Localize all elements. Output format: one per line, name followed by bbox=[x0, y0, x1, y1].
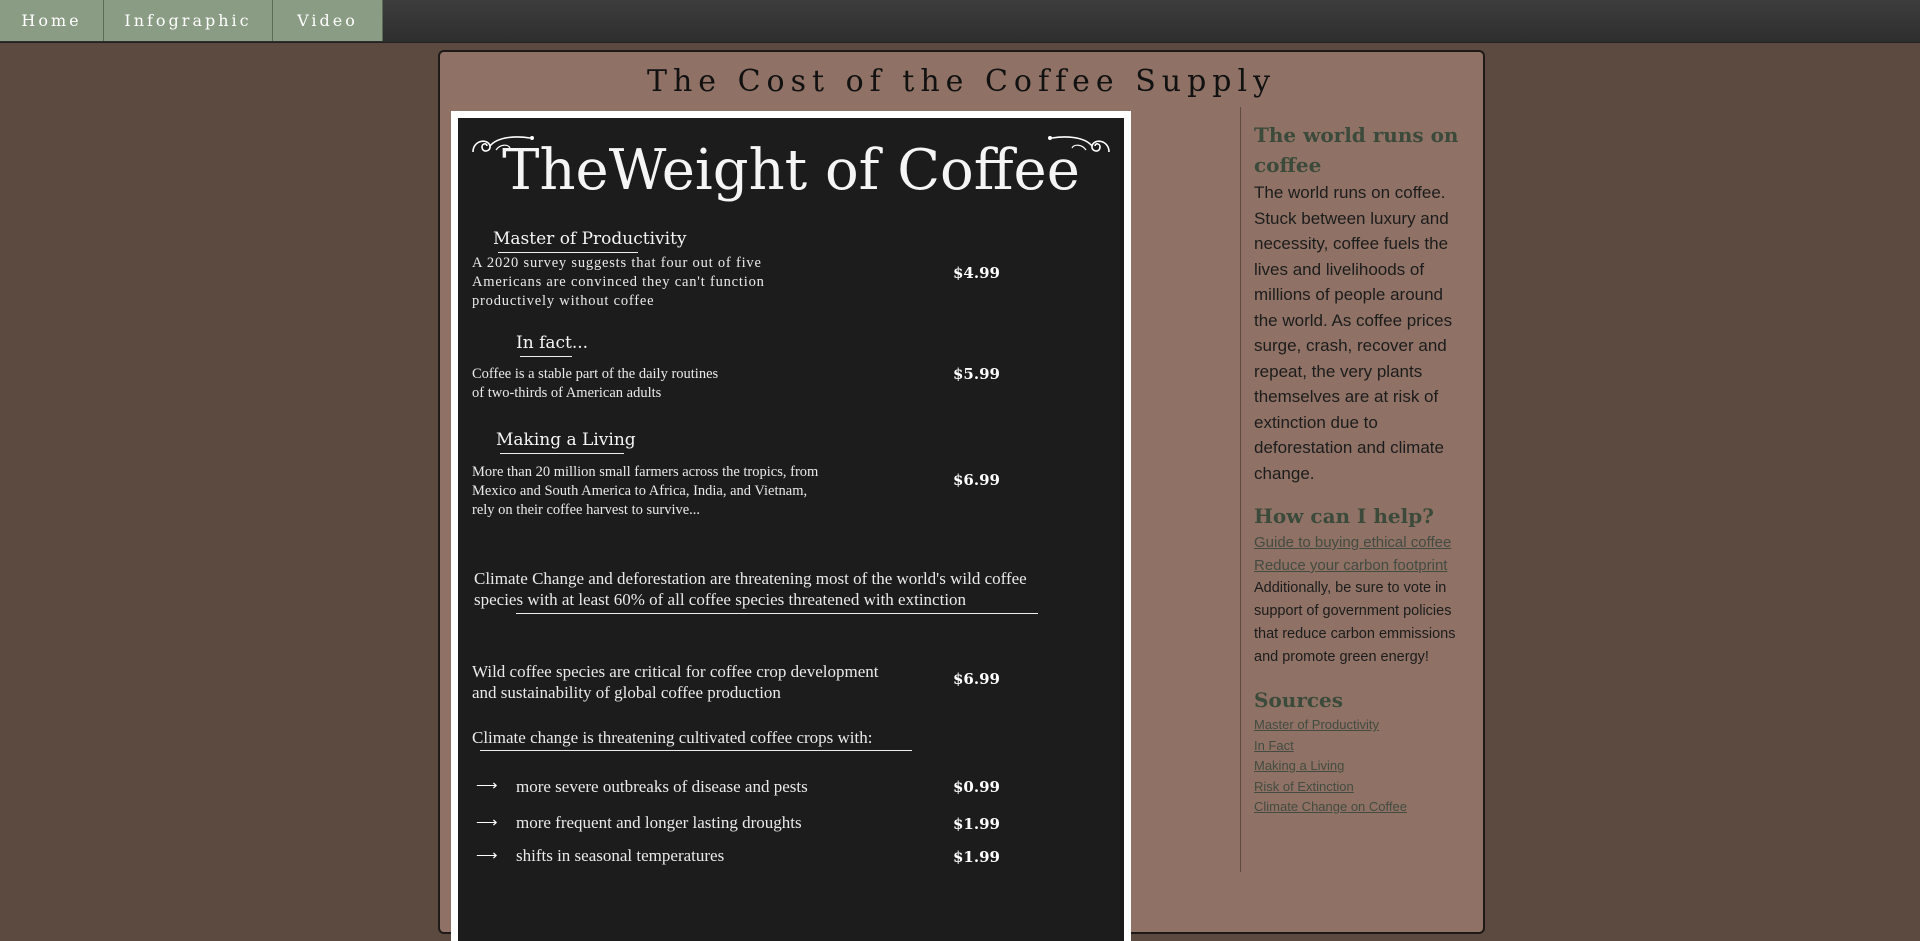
wild-species-text: Wild coffee species are critical for cof… bbox=[472, 662, 879, 702]
top-nav: Home Infographic Video bbox=[0, 0, 1920, 43]
heading-underline bbox=[520, 356, 572, 357]
price-tag: $5.99 bbox=[953, 365, 1000, 383]
source-link[interactable]: Risk of Extinction bbox=[1254, 777, 1466, 798]
sidebar-heading: How can I help? bbox=[1254, 504, 1434, 528]
carbon-footprint-link[interactable]: Reduce your carbon footprint bbox=[1254, 554, 1466, 577]
price-tag: $1.99 bbox=[953, 815, 1000, 833]
threat-heading: Climate change is threatening cultivated… bbox=[472, 728, 873, 747]
threat-item: more severe outbreaks of disease and pes… bbox=[516, 777, 808, 796]
section-heading: Making a Living bbox=[496, 430, 636, 450]
sidebar-intro-text: The world runs on coffee. Stuck between … bbox=[1254, 183, 1453, 483]
sidebar-help-text: Additionally, be sure to vote in support… bbox=[1254, 580, 1456, 665]
threat-item: more frequent and longer lasting drought… bbox=[516, 813, 802, 832]
sidebar-heading: Sources bbox=[1254, 688, 1344, 712]
price-tag: $6.99 bbox=[953, 471, 1000, 489]
section-heading: Master of Productivity bbox=[493, 229, 687, 249]
climate-underline bbox=[516, 613, 1038, 614]
source-link[interactable]: In Fact bbox=[1254, 736, 1466, 757]
board-title: TheWeight of Coffee bbox=[502, 138, 1080, 203]
section-text: A 2020 survey suggests that four out of … bbox=[472, 255, 765, 309]
section-text: Coffee is a stable part of the daily rou… bbox=[472, 366, 719, 401]
page-title: The Cost of the Coffee Supply bbox=[646, 64, 1277, 99]
threat-item: shifts in seasonal temperatures bbox=[516, 846, 725, 865]
arrow-right-icon: ⟶ bbox=[476, 777, 498, 794]
price-tag: $6.99 bbox=[953, 670, 1000, 688]
section-heading: In fact... bbox=[516, 333, 589, 353]
sidebar-heading: The world runs on coffee bbox=[1254, 123, 1459, 177]
source-link[interactable]: Making a Living bbox=[1254, 756, 1466, 777]
climate-text: Climate Change and deforestation are thr… bbox=[474, 569, 1027, 609]
nav-video[interactable]: Video bbox=[273, 0, 383, 41]
price-tag: $1.99 bbox=[953, 848, 1000, 866]
threat-underline bbox=[480, 750, 912, 751]
price-tag: $4.99 bbox=[953, 264, 1000, 282]
source-link[interactable]: Climate Change on Coffee bbox=[1254, 797, 1466, 818]
section-text: More than 20 million small farmers acros… bbox=[472, 464, 819, 518]
sidebar-divider bbox=[1240, 107, 1241, 872]
ethical-coffee-guide-link[interactable]: Guide to buying ethical coffee bbox=[1254, 531, 1466, 554]
chalkboard-inner: TheWeight of Coffee Master of Productivi… bbox=[456, 116, 1126, 941]
arrow-right-icon: ⟶ bbox=[476, 814, 498, 831]
price-tag: $0.99 bbox=[953, 778, 1000, 796]
nav-home[interactable]: Home bbox=[0, 0, 104, 41]
heading-underline bbox=[498, 252, 638, 253]
content-panel: The Cost of the Coffee Supply TheWeight … bbox=[438, 50, 1485, 941]
arrow-right-icon: ⟶ bbox=[476, 847, 498, 864]
nav-infographic[interactable]: Infographic bbox=[104, 0, 273, 41]
source-link[interactable]: Master of Productivity bbox=[1254, 715, 1466, 736]
heading-underline bbox=[500, 453, 624, 454]
chalkboard-infographic: TheWeight of Coffee Master of Productivi… bbox=[451, 111, 1131, 941]
sidebar: The world runs on coffee The world runs … bbox=[1254, 120, 1466, 818]
